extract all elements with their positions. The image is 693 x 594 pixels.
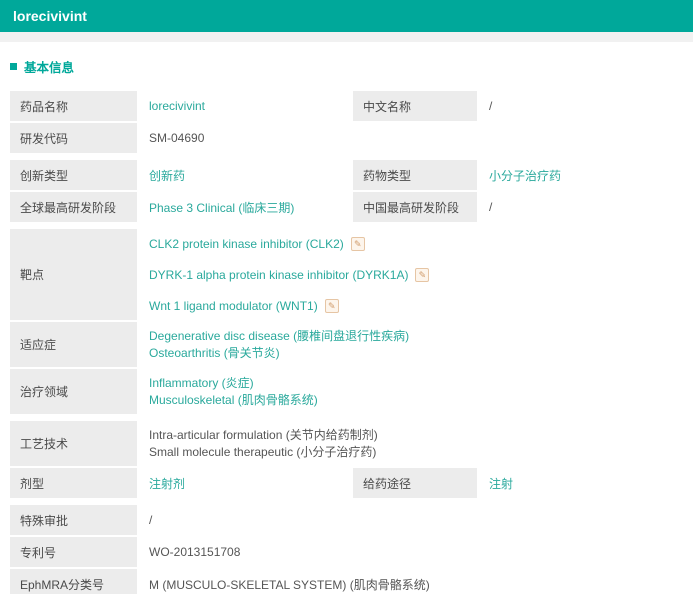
group-technology: 工艺技术 Intra-articular formulation (关节内给药制… bbox=[10, 421, 683, 498]
drug-name-link[interactable]: lorecivivint bbox=[149, 99, 205, 113]
group-name: 药品名称 lorecivivint 中文名称 / 研发代码 SM-04690 bbox=[10, 91, 683, 153]
drug-name-label: 药品名称 bbox=[10, 91, 137, 121]
edit-icon[interactable]: ✎ bbox=[415, 267, 430, 282]
ephmra-label: EphMRA分类号 bbox=[10, 569, 137, 594]
table-row: 研发代码 SM-04690 bbox=[10, 123, 683, 153]
basic-info-table: 药品名称 lorecivivint 中文名称 / 研发代码 SM-04690 创… bbox=[10, 91, 683, 594]
rd-code-label: 研发代码 bbox=[10, 123, 137, 153]
ephmra-value-cell: M (MUSCULO-SKELETAL SYSTEM) (肌肉骨骼系统) bbox=[139, 569, 683, 594]
target-item: CLK2 protein kinase inhibitor (CLK2) ✎ bbox=[139, 229, 683, 258]
china-stage-value-cell: / bbox=[479, 192, 683, 222]
target-link[interactable]: DYRK-1 alpha protein kinase inhibitor (D… bbox=[149, 268, 408, 282]
innovation-type-link[interactable]: 创新药 bbox=[149, 167, 185, 184]
patent-no-value: WO-2013151708 bbox=[149, 545, 241, 559]
admin-route-value-cell: 注射 bbox=[479, 468, 683, 498]
therapy-area-link[interactable]: Musculoskeletal (肌肉骨骼系统) bbox=[149, 392, 318, 409]
table-row: 剂型 注射剂 给药途径 注射 bbox=[10, 468, 683, 498]
drug-type-value-cell: 小分子治疗药 bbox=[479, 160, 683, 190]
targets-label: 靶点 bbox=[10, 229, 137, 320]
technology-value-cell: Intra-articular formulation (关节内给药制剂) Sm… bbox=[139, 421, 683, 466]
targets-value-column: CLK2 protein kinase inhibitor (CLK2) ✎ D… bbox=[139, 229, 683, 320]
dosage-form-link[interactable]: 注射剂 bbox=[149, 475, 185, 492]
special-approval-value-cell: / bbox=[139, 505, 683, 535]
section-bullet-icon bbox=[10, 63, 17, 70]
indications-list: Degenerative disc disease (腰椎间盘退行性疾病) Os… bbox=[149, 328, 409, 362]
group-target-indication: 靶点 CLK2 protein kinase inhibitor (CLK2) … bbox=[10, 229, 683, 414]
rd-code-value: SM-04690 bbox=[149, 131, 205, 145]
indications-label: 适应症 bbox=[10, 322, 137, 367]
special-approval-value: / bbox=[149, 513, 153, 527]
technology-label: 工艺技术 bbox=[10, 421, 137, 466]
china-stage-value: / bbox=[489, 200, 493, 214]
table-row: 全球最高研发阶段 Phase 3 Clinical (临床三期) 中国最高研发阶… bbox=[10, 192, 683, 222]
table-row: EphMRA分类号 M (MUSCULO-SKELETAL SYSTEM) (肌… bbox=[10, 569, 683, 594]
target-item: DYRK-1 alpha protein kinase inhibitor (D… bbox=[139, 260, 683, 289]
header-substrip bbox=[0, 32, 693, 42]
target-link[interactable]: CLK2 protein kinase inhibitor (CLK2) bbox=[149, 237, 344, 251]
special-approval-label: 特殊审批 bbox=[10, 505, 137, 535]
patent-no-value-cell: WO-2013151708 bbox=[139, 537, 683, 567]
admin-route-link[interactable]: 注射 bbox=[489, 475, 513, 492]
table-row-technology: 工艺技术 Intra-articular formulation (关节内给药制… bbox=[10, 421, 683, 466]
edit-icon[interactable]: ✎ bbox=[324, 298, 339, 313]
cn-name-value-cell: / bbox=[479, 91, 683, 121]
dosage-form-label: 剂型 bbox=[10, 468, 137, 498]
innovation-type-label: 创新类型 bbox=[10, 160, 137, 190]
drug-type-link[interactable]: 小分子治疗药 bbox=[489, 167, 561, 184]
admin-route-label: 给药途径 bbox=[353, 468, 477, 498]
dosage-form-value-cell: 注射剂 bbox=[139, 468, 351, 498]
table-row: 专利号 WO-2013151708 bbox=[10, 537, 683, 567]
table-row: 特殊审批 / bbox=[10, 505, 683, 535]
rd-code-value-cell: SM-04690 bbox=[139, 123, 683, 153]
technology-list: Intra-articular formulation (关节内给药制剂) Sm… bbox=[149, 427, 378, 461]
therapy-areas-label: 治疗领域 bbox=[10, 369, 137, 414]
technology-item: Small molecule therapeutic (小分子治疗药) bbox=[149, 444, 377, 459]
target-link[interactable]: Wnt 1 ligand modulator (WNT1) bbox=[149, 299, 318, 313]
edit-icon[interactable]: ✎ bbox=[350, 236, 365, 251]
drug-name-value-cell: lorecivivint bbox=[139, 91, 351, 121]
target-item: Wnt 1 ligand modulator (WNT1) ✎ bbox=[139, 291, 683, 320]
cn-name-label: 中文名称 bbox=[353, 91, 477, 121]
group-type-stage: 创新类型 创新药 药物类型 小分子治疗药 全球最高研发阶段 Phase 3 Cl… bbox=[10, 160, 683, 222]
table-row-indications: 适应症 Degenerative disc disease (腰椎间盘退行性疾病… bbox=[10, 322, 683, 367]
indication-link[interactable]: Osteoarthritis (骨关节炎) bbox=[149, 345, 409, 362]
patent-no-label: 专利号 bbox=[10, 537, 137, 567]
innovation-type-value-cell: 创新药 bbox=[139, 160, 351, 190]
table-row: 药品名称 lorecivivint 中文名称 / bbox=[10, 91, 683, 121]
group-approval-patent: 特殊审批 / 专利号 WO-2013151708 EphMRA分类号 M (MU… bbox=[10, 505, 683, 594]
indications-value-cell: Degenerative disc disease (腰椎间盘退行性疾病) Os… bbox=[139, 322, 683, 367]
table-row-targets: 靶点 CLK2 protein kinase inhibitor (CLK2) … bbox=[10, 229, 683, 320]
global-stage-link[interactable]: Phase 3 Clinical (临床三期) bbox=[149, 199, 294, 216]
page-title: lorecivivint bbox=[13, 8, 87, 24]
cn-name-value: / bbox=[489, 99, 493, 113]
therapy-areas-value-cell: Inflammatory (炎症) Musculoskeletal (肌肉骨骼系… bbox=[139, 369, 683, 414]
table-row: 创新类型 创新药 药物类型 小分子治疗药 bbox=[10, 160, 683, 190]
ephmra-value: M (MUSCULO-SKELETAL SYSTEM) (肌肉骨骼系统) bbox=[149, 577, 430, 592]
drug-type-label: 药物类型 bbox=[353, 160, 477, 190]
section-header-basic-info: 基本信息 bbox=[10, 57, 693, 76]
therapy-area-link[interactable]: Inflammatory (炎症) bbox=[149, 375, 318, 392]
page-header: lorecivivint bbox=[0, 0, 693, 32]
section-title-label: 基本信息 bbox=[24, 61, 75, 75]
indication-link[interactable]: Degenerative disc disease (腰椎间盘退行性疾病) bbox=[149, 328, 409, 345]
therapy-areas-list: Inflammatory (炎症) Musculoskeletal (肌肉骨骼系… bbox=[149, 375, 318, 409]
global-stage-label: 全球最高研发阶段 bbox=[10, 192, 137, 222]
china-stage-label: 中国最高研发阶段 bbox=[353, 192, 477, 222]
technology-item: Intra-articular formulation (关节内给药制剂) bbox=[149, 427, 378, 442]
table-row-therapy-areas: 治疗领域 Inflammatory (炎症) Musculoskeletal (… bbox=[10, 369, 683, 414]
global-stage-value-cell: Phase 3 Clinical (临床三期) bbox=[139, 192, 351, 222]
